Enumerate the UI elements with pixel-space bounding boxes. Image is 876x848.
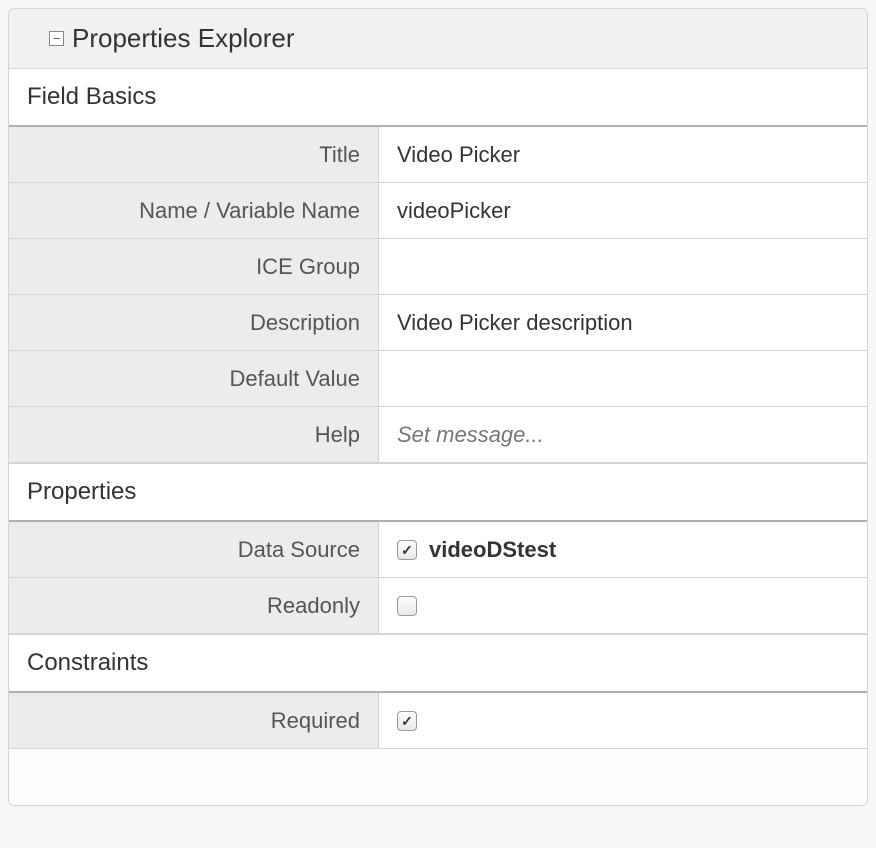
value-ice-group[interactable] bbox=[379, 239, 867, 294]
row-help: Help Set message... bbox=[9, 407, 867, 463]
section-properties-header: Properties bbox=[9, 463, 867, 522]
checkbox-readonly[interactable] bbox=[397, 596, 417, 616]
row-readonly: Readonly bbox=[9, 578, 867, 634]
label-title: Title bbox=[9, 127, 379, 182]
label-required: Required bbox=[9, 693, 379, 748]
row-required: Required bbox=[9, 693, 867, 749]
row-description: Description Video Picker description bbox=[9, 295, 867, 351]
label-help: Help bbox=[9, 407, 379, 462]
row-name: Name / Variable Name videoPicker bbox=[9, 183, 867, 239]
section-constraints-header: Constraints bbox=[9, 634, 867, 693]
label-default-value: Default Value bbox=[9, 351, 379, 406]
section-field-basics-header: Field Basics bbox=[9, 69, 867, 127]
checkbox-data-source[interactable] bbox=[397, 540, 417, 560]
value-help[interactable]: Set message... bbox=[379, 407, 867, 462]
help-placeholder: Set message... bbox=[397, 422, 544, 448]
value-name[interactable]: videoPicker bbox=[379, 183, 867, 238]
row-default-value: Default Value bbox=[9, 351, 867, 407]
panel-title: Properties Explorer bbox=[72, 23, 295, 54]
value-data-source: videoDStest bbox=[379, 522, 867, 577]
value-default-value[interactable] bbox=[379, 351, 867, 406]
row-ice-group: ICE Group bbox=[9, 239, 867, 295]
checkbox-required[interactable] bbox=[397, 711, 417, 731]
value-description[interactable]: Video Picker description bbox=[379, 295, 867, 350]
value-required bbox=[379, 693, 867, 748]
label-name: Name / Variable Name bbox=[9, 183, 379, 238]
collapse-icon[interactable]: − bbox=[49, 31, 64, 46]
label-ice-group: ICE Group bbox=[9, 239, 379, 294]
properties-explorer-panel: − Properties Explorer Field Basics Title… bbox=[8, 8, 868, 806]
row-title: Title Video Picker bbox=[9, 127, 867, 183]
label-description: Description bbox=[9, 295, 379, 350]
blank-footer bbox=[9, 749, 867, 805]
value-readonly bbox=[379, 578, 867, 633]
label-data-source: Data Source bbox=[9, 522, 379, 577]
row-data-source: Data Source videoDStest bbox=[9, 522, 867, 578]
data-source-name: videoDStest bbox=[429, 537, 556, 563]
value-title[interactable]: Video Picker bbox=[379, 127, 867, 182]
label-readonly: Readonly bbox=[9, 578, 379, 633]
panel-header: − Properties Explorer bbox=[9, 9, 867, 69]
